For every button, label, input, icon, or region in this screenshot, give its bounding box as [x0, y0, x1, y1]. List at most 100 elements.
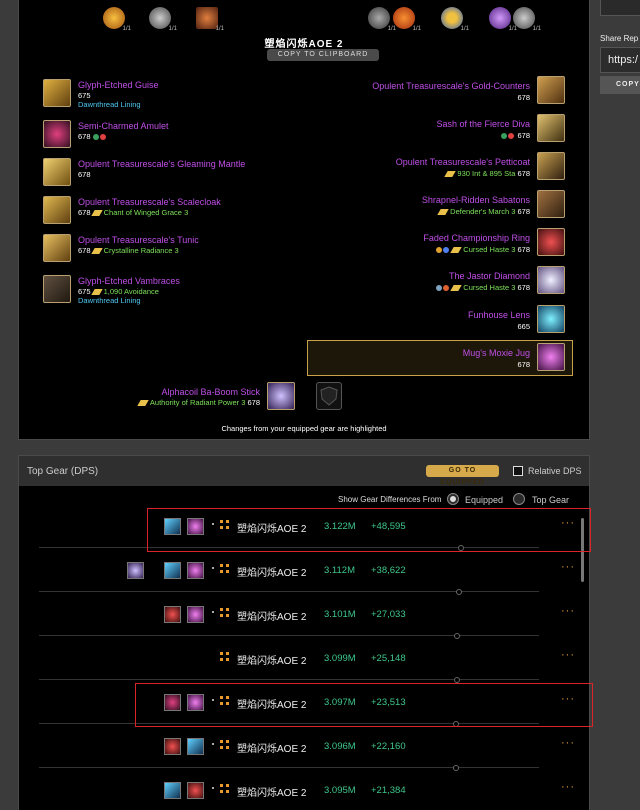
go-to-equipped-button[interactable]: GO TO EQUIPPED: [426, 465, 499, 486]
item-name: Opulent Treasurescale's Gold-Counters: [372, 81, 530, 91]
separator-dot: [212, 787, 214, 789]
gear-slot-main-hand[interactable]: Alphacoil Ba-Boom Stick Authority of Rad…: [59, 382, 295, 412]
item-stats: Authority of Radiant Power 3 678: [137, 398, 260, 407]
gear-slot-neck[interactable]: Semi-Charmed Amulet 678: [43, 120, 303, 150]
item-name: Shrapnel-Ridden Sabatons: [421, 195, 530, 205]
item-name: Glyph-Etched Vambraces: [78, 276, 180, 286]
copy-to-clipboard-button[interactable]: COPY TO CLIPBOARD: [267, 49, 379, 61]
gem-icon: [436, 247, 443, 254]
ring-icon: [164, 606, 181, 623]
share-report-label: Share Rep: [600, 34, 639, 43]
talent-icon: [220, 564, 229, 573]
gear-slot-ring-1[interactable]: Faded Championship Ring Cursed Haste 3 6…: [309, 228, 565, 258]
row-gain: +25,148: [371, 653, 406, 664]
row-more-button[interactable]: ···: [561, 781, 575, 793]
cloak-icon: [43, 196, 71, 224]
result-row[interactable]: 塑焰闪烁AOE 2 3.096M +22,160 ···: [19, 724, 589, 771]
row-more-button[interactable]: ···: [561, 561, 575, 573]
jug-icon: [187, 606, 204, 623]
row-dps: 3.099M: [324, 653, 356, 664]
icon-level: 1/1: [215, 26, 224, 32]
gear-slot-head[interactable]: Glyph-Etched Guise 675 Dawnthread Lining: [43, 79, 303, 111]
item-stats: 675 1,090 Avoidance: [78, 287, 159, 296]
rune-gear-icon[interactable]: 1/1: [368, 7, 396, 32]
enchant-icon: [90, 248, 103, 255]
gear-slot-shoulder[interactable]: Opulent Treasurescale's Gleaming Mantle …: [43, 158, 303, 188]
result-row[interactable]: 塑焰闪烁AOE 2 3.101M +27,033 ···: [19, 592, 589, 639]
fire-orb-icon[interactable]: 1/1: [103, 7, 131, 32]
item-name: Sash of the Fierce Diva: [436, 119, 530, 129]
gear-slot-trinket-2[interactable]: Mug's Moxie Jug 678: [309, 343, 565, 373]
top-gear-header: Top Gear (DPS) GO TO EQUIPPED Relative D…: [19, 456, 589, 486]
dragon-rune-icon[interactable]: 1/1: [149, 7, 177, 32]
copy-share-button[interactable]: COPY: [600, 76, 640, 94]
row-name: 塑焰闪烁AOE 2: [237, 568, 307, 579]
item-stats: 678 Chant of Winged Grace 3: [78, 208, 188, 217]
gear-slot-chest[interactable]: Opulent Treasurescale's Tunic 678 Crysta…: [43, 234, 303, 264]
gear-slot-legs[interactable]: Opulent Treasurescale's Petticoat 930 In…: [309, 152, 565, 182]
row-name: 塑焰闪烁AOE 2: [237, 656, 307, 667]
row-gain: +27,033: [371, 609, 406, 620]
highlight-box: [135, 683, 593, 727]
row-more-button[interactable]: ···: [561, 605, 575, 617]
result-row[interactable]: 塑焰闪烁AOE 2 3.099M +25,148 ···: [19, 636, 589, 683]
gauntlets-icon: [537, 76, 565, 104]
lens-icon: [537, 305, 565, 333]
separator-dot: [212, 567, 214, 569]
item-name: Mug's Moxie Jug: [462, 348, 530, 358]
off-hand-empty-slot[interactable]: [316, 382, 342, 410]
item-name: Faded Championship Ring: [423, 233, 530, 243]
amulet-icon: [43, 120, 71, 148]
wind-rune-icon[interactable]: 1/1: [513, 7, 541, 32]
item-level: 678: [247, 398, 260, 407]
result-row[interactable]: 塑焰闪烁AOE 2 3.095M +21,384 ···: [19, 768, 589, 810]
staff-icon: [267, 382, 295, 410]
gear-slot-wrist[interactable]: Glyph-Etched Vambraces 675 1,090 Avoidan…: [43, 275, 303, 309]
row-gain: +38,622: [371, 565, 406, 576]
result-row[interactable]: 塑焰闪烁AOE 2 3.112M +38,622 ···: [19, 548, 589, 595]
gear-slot-ring-2[interactable]: The Jastor Diamond Cursed Haste 3 678: [309, 266, 565, 296]
enchant-icon: [90, 289, 103, 296]
icon-level: 1/1: [122, 26, 131, 32]
item-name: Opulent Treasurescale's Petticoat: [395, 157, 530, 167]
lens-icon: [164, 782, 181, 799]
item-level: 678: [78, 208, 91, 217]
ring-icon: [537, 228, 565, 256]
row-more-button[interactable]: ···: [561, 649, 575, 661]
item-enchant: Authority of Radiant Power 3: [149, 398, 246, 407]
relative-dps-checkbox[interactable]: [513, 466, 523, 476]
icon-level: 1/1: [387, 26, 396, 32]
item-level: 678: [517, 207, 530, 216]
gear-slot-feet[interactable]: Shrapnel-Ridden Sabatons Defender's Marc…: [309, 190, 565, 220]
item-enchant: Cursed Haste 3: [463, 245, 516, 254]
talent-icon: [220, 608, 229, 617]
share-url-input[interactable]: https:/: [600, 47, 640, 73]
item-level: 675: [78, 287, 91, 296]
row-name: 塑焰闪烁AOE 2: [237, 788, 307, 799]
separator-dot: [212, 743, 214, 745]
ember-flask-icon[interactable]: 1/1: [196, 7, 224, 32]
lens-icon: [164, 562, 181, 579]
enchant-icon: [450, 285, 463, 292]
gear-slot-waist[interactable]: Sash of the Fierce Diva 678: [309, 114, 565, 144]
row-dps: 3.101M: [324, 609, 356, 620]
row-dps: 3.095M: [324, 785, 356, 796]
flame-sphere-icon[interactable]: 1/1: [393, 7, 421, 32]
ring-icon: [164, 738, 181, 755]
highlight-box: [147, 508, 591, 552]
gear-slot-hands[interactable]: Opulent Treasurescale's Gold-Counters 67…: [309, 76, 565, 106]
arcane-orb-icon[interactable]: 1/1: [489, 7, 517, 32]
gear-slot-trinket-1[interactable]: Funhouse Lens 665: [309, 305, 565, 335]
jug-icon: [537, 343, 565, 371]
mantle-icon: [43, 158, 71, 186]
item-stats: Cursed Haste 3 678: [436, 245, 530, 254]
row-more-button[interactable]: ···: [561, 737, 575, 749]
separator-dot: [212, 611, 214, 613]
sabatons-icon: [537, 190, 565, 218]
enchant-icon: [90, 210, 103, 217]
blue-ring-icon[interactable]: 1/1: [441, 7, 469, 32]
gear-slot-back[interactable]: Opulent Treasurescale's Scalecloak 678 C…: [43, 196, 303, 226]
item-name: Opulent Treasurescale's Scalecloak: [78, 197, 221, 207]
item-level: 678: [517, 360, 530, 369]
talent-icon: [220, 652, 229, 661]
